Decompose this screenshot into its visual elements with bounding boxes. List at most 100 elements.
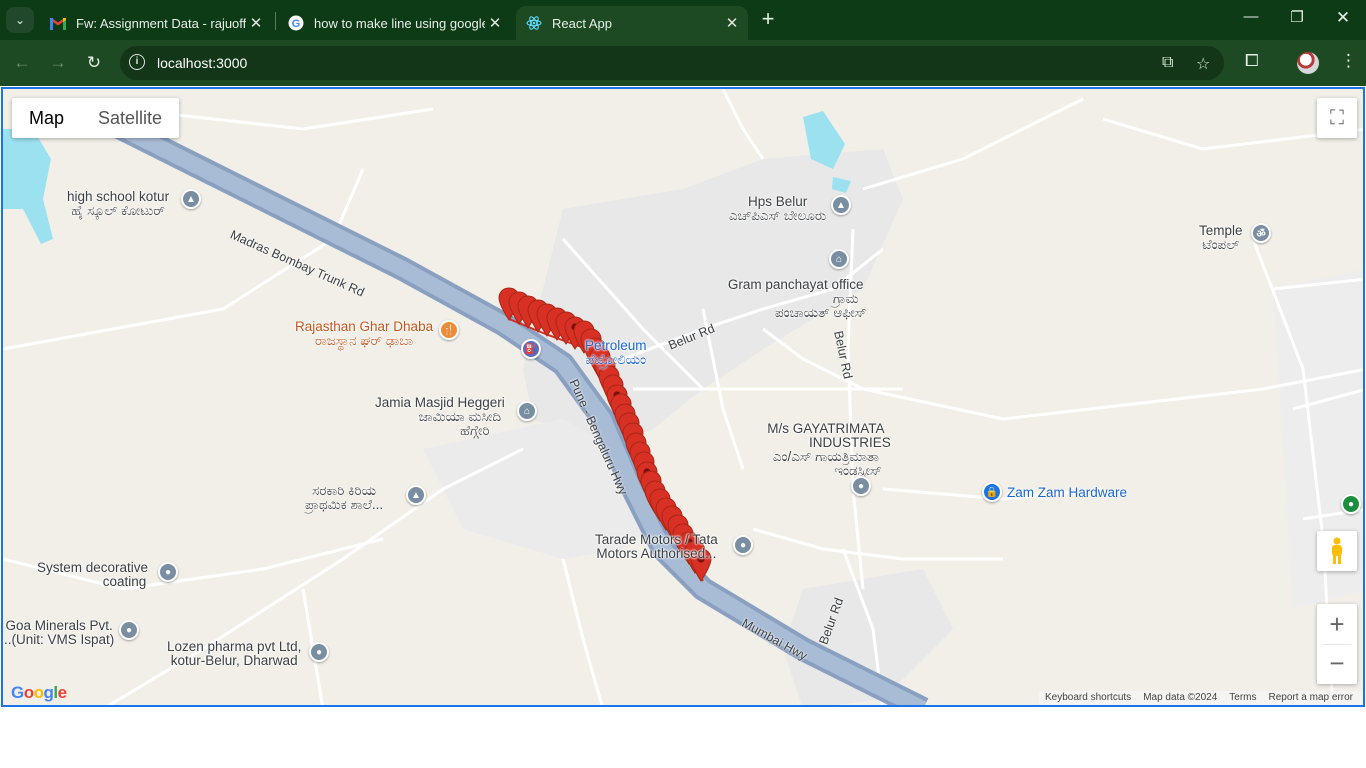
fullscreen-icon: ⛶ <box>1330 106 1344 129</box>
place-label-kn: ಇಂಡಸ್ಟ್ರೀಸ್ <box>834 463 882 478</box>
school-icon[interactable]: ▲ <box>181 189 201 209</box>
tab-title: how to make line using google <box>314 15 485 31</box>
profile-avatar[interactable] <box>1297 52 1319 74</box>
place-label: Petroleum <box>585 338 647 353</box>
place-label: Tarade Motors / Tata <box>595 532 718 547</box>
tab-gmail[interactable]: Fw: Assignment Data - rajuofficial ✕ <box>40 6 272 40</box>
place-label: coating <box>102 574 147 589</box>
place-label: Lozen pharma pvt Ltd, <box>167 639 302 654</box>
react-icon <box>526 15 542 31</box>
install-app-icon[interactable]: ⧉ <box>1162 54 1173 72</box>
place-label: Rajasthan Ghar Dhaba <box>295 319 434 334</box>
place-gram-panchayat[interactable]: Gram panchayat office ಗ್ರಾಮ ಪಂಚಾಯತ್ ಆಫೀಸ… <box>725 278 866 320</box>
tab-google-search[interactable]: G how to make line using google ✕ <box>278 6 511 40</box>
place-sarkari-school[interactable]: ಸರಕಾರಿ ಕಿರಿಯ ಪ್ರಾಥಮಿಕ ಶಾಲೆ... <box>305 484 383 512</box>
place-system-decorative[interactable]: System decorative coating <box>37 561 148 589</box>
place-label-kn: ಹೈ ಸ್ಕೂಲ್ ಕೋಟುರ್ <box>71 203 165 218</box>
place-hps-belur[interactable]: Hps Belur ಎಚ್‌ಪಿಎಸ್ ಬೇಲೂರು <box>729 195 826 223</box>
tab-search-button[interactable]: ⌄ <box>6 7 34 33</box>
place-pin-icon[interactable]: ● <box>851 476 871 496</box>
minimize-button[interactable]: — <box>1236 8 1266 32</box>
address-bar[interactable]: i localhost:3000 ⧉ ☆ <box>120 46 1224 80</box>
place-label: Gram panchayat office <box>727 277 864 292</box>
place-label: Motors Authorised... <box>596 546 717 561</box>
school-icon[interactable]: ▲ <box>831 195 851 215</box>
tab-divider <box>275 12 276 30</box>
place-label-kn: ಸರಕಾರಿ ಕಿರಿಯ <box>312 483 377 498</box>
place-label-kn: ಎಂ/ಎಸ್ ಗಾಯತ್ರಿಮಾತಾ <box>772 449 879 464</box>
place-pin-icon[interactable]: ● <box>119 620 139 640</box>
restaurant-icon[interactable]: 🍴 <box>439 320 459 340</box>
pegman-icon <box>1332 537 1342 564</box>
place-label: high school kotur <box>67 189 170 204</box>
school-icon[interactable]: ▲ <box>406 485 426 505</box>
place-goa-minerals[interactable]: Goa Minerals Pvt. ..(Unit: VMS Ispat) <box>4 619 114 647</box>
place-label-kn: ಟೆಂಪಲ್ <box>1202 237 1240 252</box>
place-tarade-motors[interactable]: Tarade Motors / Tata Motors Authorised..… <box>595 533 718 561</box>
place-high-school[interactable]: high school kotur ಹೈ ಸ್ಕೂಲ್ ಕೋಟುರ್ <box>67 190 169 218</box>
fuel-station-icon[interactable]: ⛽ <box>521 339 541 359</box>
place-label-kn: ಪ್ರಾಥಮಿಕ ಶಾಲೆ... <box>305 497 384 512</box>
close-icon[interactable]: ✕ <box>722 14 742 32</box>
place-lozen-pharma[interactable]: Lozen pharma pvt Ltd, kotur-Belur, Dharw… <box>167 640 301 668</box>
map-type-satellite-button[interactable]: Satellite <box>81 98 179 138</box>
restore-button[interactable]: ❐ <box>1282 8 1312 32</box>
place-label-kn: ಎಚ್‌ಪಿಎಸ್ ಬೇಲೂರು <box>729 208 827 223</box>
place-label: kotur-Belur, Dharwad <box>170 653 298 668</box>
close-icon[interactable]: ✕ <box>485 14 505 32</box>
back-button[interactable]: ← <box>10 51 34 75</box>
bookmark-star-icon[interactable]: ☆ <box>1196 54 1210 74</box>
place-rajasthan-dhaba[interactable]: Rajasthan Ghar Dhaba ರಾಜಸ್ಥಾನ ಘರ್ ಢಾಬಾ <box>295 320 433 348</box>
place-label-kn: ಪೆಟ್ರೋಲಿಯಂ <box>585 352 647 367</box>
place-jamia-masjid[interactable]: Jamia Masjid Heggeri ಜಾಮಿಯಾ ಮಸೀದಿ ಹೆಗ್ಗೇ… <box>375 396 505 438</box>
place-zamzam[interactable]: Zam Zam Hardware <box>1007 486 1127 500</box>
place-label-kn: ರಾಜಸ್ಥಾನ ಘರ್ ಢಾಬಾ <box>314 333 414 348</box>
park-icon[interactable]: ● <box>1341 494 1361 514</box>
place-label: ..(Unit: VMS Ispat) <box>4 632 115 647</box>
place-label: Temple <box>1199 223 1243 238</box>
mosque-icon[interactable]: ⌂ <box>517 401 537 421</box>
close-icon[interactable]: ✕ <box>246 14 266 32</box>
address-text[interactable]: localhost:3000 <box>157 55 247 71</box>
google-icon: G <box>288 15 304 31</box>
place-pin-icon[interactable]: ● <box>733 535 753 555</box>
svg-text:G: G <box>292 18 301 30</box>
place-label: System decorative <box>37 560 149 575</box>
terms-link[interactable]: Terms <box>1223 691 1262 705</box>
shopping-icon[interactable]: 🔒 <box>982 482 1002 502</box>
menu-kebab-icon[interactable]: ⋮ <box>1340 51 1357 71</box>
keyboard-shortcuts-link[interactable]: Keyboard shortcuts <box>1039 691 1137 705</box>
new-tab-button[interactable]: + <box>757 8 779 32</box>
google-map[interactable]: Madras Bombay Trunk Rd Belur Rd Belur Rd… <box>1 87 1365 707</box>
google-logo[interactable]: Google <box>11 683 67 703</box>
zoom-in-button[interactable]: + <box>1329 604 1344 644</box>
tab-title: React App <box>552 15 612 31</box>
place-temple[interactable]: Temple ಟೆಂಪಲ್ <box>1199 224 1243 252</box>
place-pin-icon[interactable]: ● <box>158 562 178 582</box>
fullscreen-button[interactable]: ⛶ <box>1317 98 1357 138</box>
map-data-text: Map data ©2024 <box>1143 692 1218 703</box>
reload-button[interactable]: ↻ <box>82 51 106 75</box>
place-label-kn: ಹೆಗ್ಗೇರಿ <box>460 423 490 438</box>
temple-icon[interactable]: ॐ <box>1251 223 1271 243</box>
report-error-link[interactable]: Report a map error <box>1263 691 1359 705</box>
tab-react-app[interactable]: React App ✕ <box>516 6 748 40</box>
government-building-icon[interactable]: ⌂ <box>829 249 849 269</box>
place-pin-icon[interactable]: ● <box>309 642 329 662</box>
place-gayatrimata[interactable]: M/s GAYATRIMATA INDUSTRIES ಎಂ/ಎಸ್ ಗಾಯತ್ರ… <box>761 422 891 478</box>
map-base-layer <box>3 89 1363 705</box>
place-label: M/s GAYATRIMATA <box>767 421 885 436</box>
zoom-out-button[interactable]: − <box>1329 645 1344 684</box>
place-label-kn: ಜಾಮಿಯಾ ಮಸೀದಿ <box>418 409 502 424</box>
street-view-pegman[interactable] <box>1317 531 1357 571</box>
browser-tab-strip: ⌄ Fw: Assignment Data - rajuofficial ✕ G… <box>0 0 1366 40</box>
chevron-down-icon: ⌄ <box>14 13 26 27</box>
browser-toolbar: ← → ↻ i localhost:3000 ⧉ ☆ ⧠ ⋮ <box>0 40 1366 86</box>
map-type-map-button[interactable]: Map <box>12 98 81 138</box>
site-info-icon[interactable]: i <box>129 54 145 70</box>
close-window-button[interactable]: ✕ <box>1328 8 1358 32</box>
place-label: Goa Minerals Pvt. <box>5 618 113 633</box>
extensions-icon[interactable]: ⧠ <box>1245 51 1259 71</box>
place-petroleum[interactable]: Petroleum ಪೆಟ್ರೋಲಿಯಂ <box>585 339 647 367</box>
forward-button[interactable]: → <box>46 51 70 75</box>
